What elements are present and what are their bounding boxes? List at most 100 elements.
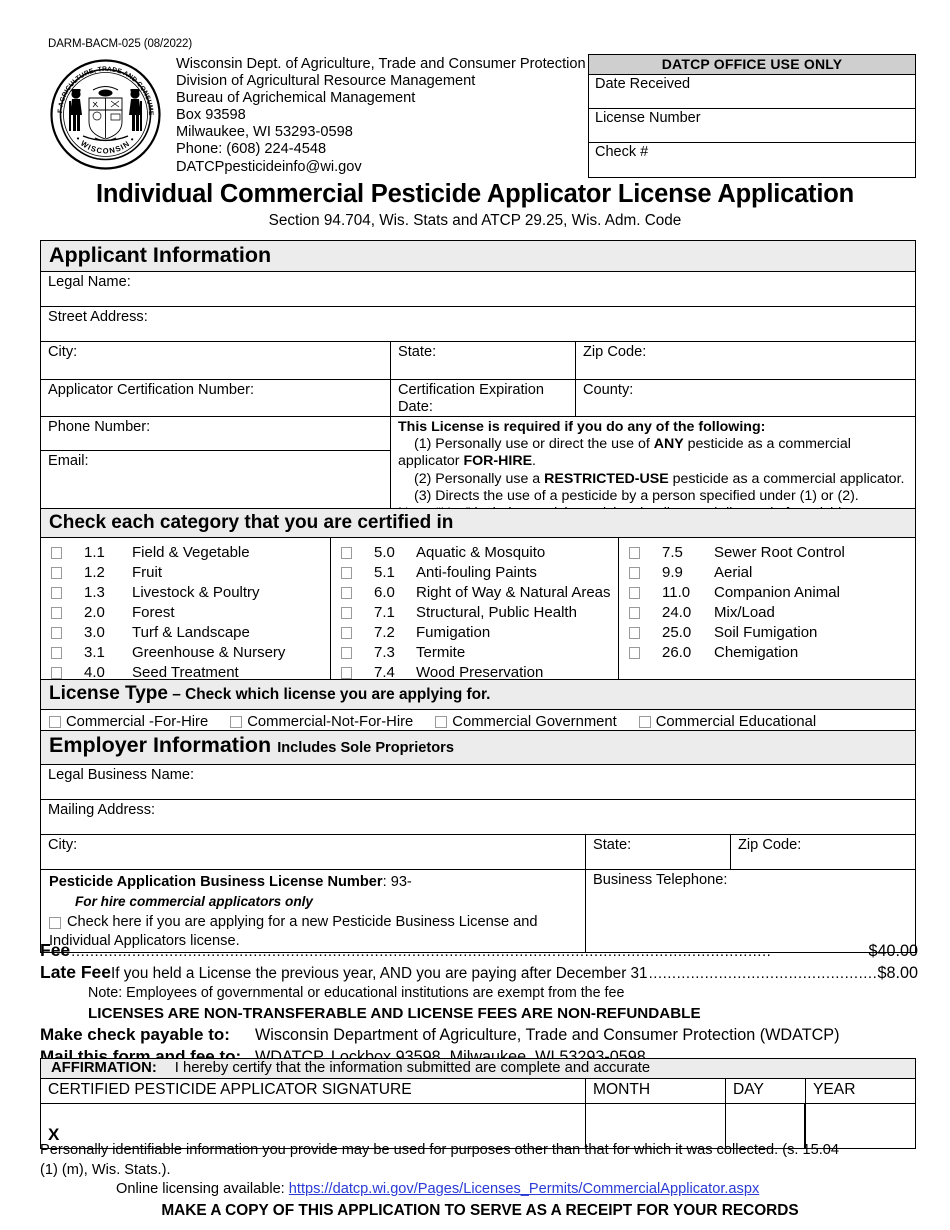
affirmation-text: I hereby certify that the information su… bbox=[174, 1060, 651, 1076]
category-column-3: 7.5 Sewer Root Control 9.9 Aerial 11.0 Compan… bbox=[619, 538, 915, 689]
category-checkbox[interactable] bbox=[51, 667, 62, 679]
category-code: 1.1 bbox=[84, 544, 105, 561]
category-label: Turf & Landscape bbox=[132, 624, 250, 641]
category-checkbox[interactable] bbox=[629, 647, 640, 659]
employer-state-field[interactable]: State: bbox=[586, 835, 731, 869]
license-type-checkbox[interactable] bbox=[638, 716, 651, 728]
category-item[interactable]: 7.5 Sewer Root Control bbox=[619, 543, 915, 563]
license-number-field[interactable]: License Number bbox=[589, 109, 915, 143]
category-item[interactable]: 2.0 Forest bbox=[41, 603, 330, 623]
new-business-license-checkbox[interactable] bbox=[49, 917, 61, 929]
category-item[interactable]: 24.0 Mix/Load bbox=[619, 603, 915, 623]
category-item[interactable]: 5.0 Aquatic & Mosquito bbox=[331, 543, 618, 563]
category-code: 7.2 bbox=[374, 624, 395, 641]
category-checkbox[interactable] bbox=[51, 547, 62, 559]
online-licensing-line: Online licensing available: https://datc… bbox=[40, 1180, 920, 1200]
fee-section: Fee ....................................… bbox=[40, 940, 918, 1068]
category-item[interactable]: 7.3 Termite bbox=[331, 643, 618, 663]
page-title: Individual Commercial Pesticide Applicat… bbox=[96, 180, 854, 208]
new-business-license-checkbox-row[interactable]: Check here if you are applying for a new… bbox=[49, 913, 579, 932]
make-check-payable-line: Make check payable to: Wisconsin Departm… bbox=[40, 1024, 918, 1046]
note-item-1-d: applicator bbox=[398, 453, 464, 470]
agency-line: Phone: (608) 224-4548 bbox=[176, 141, 327, 158]
certification-expiration-date-field[interactable]: Certification Expiration Date: bbox=[391, 380, 576, 416]
employer-city-field[interactable]: City: bbox=[41, 835, 586, 869]
email-field[interactable]: Email: bbox=[41, 451, 390, 513]
category-item[interactable]: 7.2 Fumigation bbox=[331, 623, 618, 643]
category-item[interactable]: 5.1 Anti-fouling Paints bbox=[331, 563, 618, 583]
category-item[interactable]: 1.3 Livestock & Poultry bbox=[41, 583, 330, 603]
license-type-label: Commercial Government bbox=[452, 714, 617, 730]
category-checkbox[interactable] bbox=[341, 667, 352, 679]
license-type-option[interactable]: Commercial Educational bbox=[638, 714, 816, 730]
category-checkbox[interactable] bbox=[51, 587, 62, 599]
category-label: Field & Vegetable bbox=[132, 544, 250, 561]
late-fee-amount: $8.00 bbox=[877, 964, 918, 982]
license-type-checkbox[interactable] bbox=[49, 716, 61, 728]
date-received-field[interactable]: Date Received bbox=[589, 75, 915, 109]
category-label: Sewer Root Control bbox=[714, 544, 845, 561]
category-item[interactable]: 6.0 Right of Way & Natural Areas bbox=[331, 583, 618, 603]
category-item[interactable]: 1.2 Fruit bbox=[41, 563, 330, 583]
category-label: Fruit bbox=[132, 564, 162, 581]
mailing-address-field[interactable]: Mailing Address: bbox=[41, 800, 915, 834]
category-item[interactable]: 7.1 Structural, Public Health bbox=[331, 603, 618, 623]
category-item[interactable]: 3.1 Greenhouse & Nursery bbox=[41, 643, 330, 663]
note-item-3: (3) Directs the use of a pesticide by a … bbox=[414, 487, 859, 504]
check-number-field[interactable]: Check # bbox=[589, 143, 915, 177]
category-code: 1.2 bbox=[84, 564, 105, 581]
affirmation-heading: AFFIRMATION: I hereby certify that the i… bbox=[41, 1059, 915, 1079]
category-checkbox[interactable] bbox=[51, 647, 62, 659]
agency-line: Division of Agricultural Resource Manage… bbox=[176, 73, 476, 90]
category-code: 7.1 bbox=[374, 604, 395, 621]
employer-zip-field[interactable]: Zip Code: bbox=[731, 835, 913, 869]
license-type-option[interactable]: Commercial -For-Hire bbox=[49, 714, 208, 730]
category-checkbox[interactable] bbox=[629, 627, 640, 639]
category-item[interactable]: 11.0 Companion Animal bbox=[619, 583, 915, 603]
footer: Personally identifiable information you … bbox=[40, 1141, 920, 1220]
category-checkbox[interactable] bbox=[629, 587, 640, 599]
license-requirement-note: This License is required if you do any o… bbox=[391, 417, 913, 522]
category-item[interactable]: 25.0 Soil Fumigation bbox=[619, 623, 915, 643]
category-item[interactable]: 9.9 Aerial bbox=[619, 563, 915, 583]
note-item-2-restricted: RESTRICTED-USE bbox=[544, 470, 669, 487]
license-type-option[interactable]: Commercial-Not-For-Hire bbox=[230, 714, 413, 730]
state-field[interactable]: State: bbox=[391, 342, 576, 379]
category-item[interactable]: 26.0 Chemigation bbox=[619, 643, 915, 663]
category-checkbox[interactable] bbox=[629, 567, 640, 579]
category-checkbox[interactable] bbox=[341, 547, 352, 559]
phone-email-group: Phone Number: Email: bbox=[41, 417, 391, 523]
zip-code-field[interactable]: Zip Code: bbox=[576, 342, 913, 379]
make-copy-notice: MAKE A COPY OF THIS APPLICATION TO SERVE… bbox=[161, 1201, 799, 1219]
category-checkbox[interactable] bbox=[341, 647, 352, 659]
form-page: DARM-BACM-025 (08/2022) DEPARTMENT OF AG… bbox=[0, 0, 950, 1230]
license-type-checkbox[interactable] bbox=[230, 716, 243, 728]
category-checkbox[interactable] bbox=[51, 607, 62, 619]
new-business-license-label: Check here if you are applying for a new… bbox=[67, 913, 538, 932]
county-field[interactable]: County: bbox=[576, 380, 913, 416]
applicator-certification-number-field[interactable]: Applicator Certification Number: bbox=[41, 380, 391, 416]
fee-amount: $40.00 bbox=[868, 942, 918, 960]
online-licensing-link[interactable]: https://datcp.wi.gov/Pages/Licenses_Perm… bbox=[289, 1181, 759, 1197]
license-type-section: License Type – Check which license you a… bbox=[40, 679, 916, 735]
category-checkbox[interactable] bbox=[341, 567, 352, 579]
street-address-field[interactable]: Street Address: bbox=[41, 307, 915, 341]
category-code: 9.9 bbox=[662, 564, 683, 581]
license-type-option[interactable]: Commercial Government bbox=[435, 714, 617, 730]
note-item-2-c: pesticide as a commercial applicator. bbox=[668, 470, 905, 487]
category-checkbox[interactable] bbox=[51, 567, 62, 579]
phone-number-field[interactable]: Phone Number: bbox=[41, 417, 390, 451]
category-checkbox[interactable] bbox=[341, 607, 352, 619]
category-checkbox[interactable] bbox=[341, 587, 352, 599]
category-item[interactable]: 3.0 Turf & Landscape bbox=[41, 623, 330, 643]
city-field[interactable]: City: bbox=[41, 342, 391, 379]
category-item[interactable]: 1.1 Field & Vegetable bbox=[41, 543, 330, 563]
legal-business-name-field[interactable]: Legal Business Name: bbox=[41, 765, 915, 799]
legal-name-field[interactable]: Legal Name: bbox=[41, 272, 915, 306]
category-checkbox[interactable] bbox=[629, 607, 640, 619]
category-checkbox[interactable] bbox=[51, 627, 62, 639]
category-checkbox[interactable] bbox=[341, 627, 352, 639]
category-checkbox[interactable] bbox=[629, 547, 640, 559]
certified-categories-heading: Check each category that you are certifi… bbox=[41, 509, 915, 538]
license-type-checkbox[interactable] bbox=[435, 716, 448, 728]
